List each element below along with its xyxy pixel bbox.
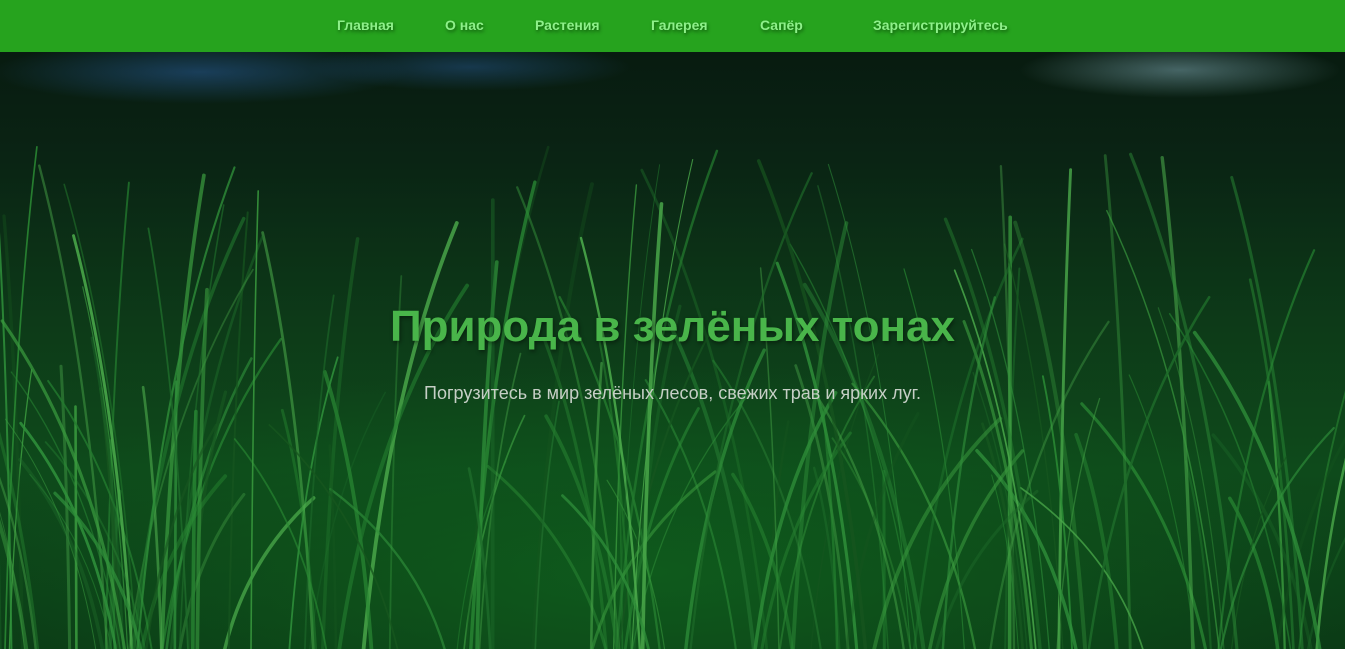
hero-subtitle: Погрузитесь в мир зелёных лесов, свежих … <box>424 383 921 403</box>
nav-link-about[interactable]: О нас <box>445 17 484 33</box>
grass-blade <box>534 400 560 649</box>
nav-link-home[interactable]: Главная <box>337 17 394 33</box>
grass-blade <box>589 361 603 649</box>
nav-link-gallery[interactable]: Галерея <box>651 17 708 33</box>
grass-blade <box>227 211 249 649</box>
top-navigation-bar: Главная О нас Растения Галерея Сапёр Зар… <box>0 0 1345 52</box>
grass-blade <box>329 487 446 649</box>
nav-link-plants[interactable]: Растения <box>535 17 600 33</box>
grass-blade <box>223 496 316 649</box>
hero-section: Природа в зелёных тонах Погрузитесь в ми… <box>0 52 1345 649</box>
page: Главная О нас Растения Галерея Сапёр Зар… <box>0 0 1345 649</box>
grass-blade <box>817 185 889 649</box>
nav-link-minesweeper[interactable]: Сапёр <box>760 17 803 33</box>
grass-blade <box>261 231 315 649</box>
hero-title: Природа в зелёных тонах <box>389 302 956 351</box>
grass-blade <box>74 405 78 649</box>
grass-blade <box>321 237 360 649</box>
nav-link-register[interactable]: Зарегистрируйтесь <box>873 17 1008 33</box>
grass-blade <box>631 158 694 649</box>
grass-blade <box>191 409 198 649</box>
